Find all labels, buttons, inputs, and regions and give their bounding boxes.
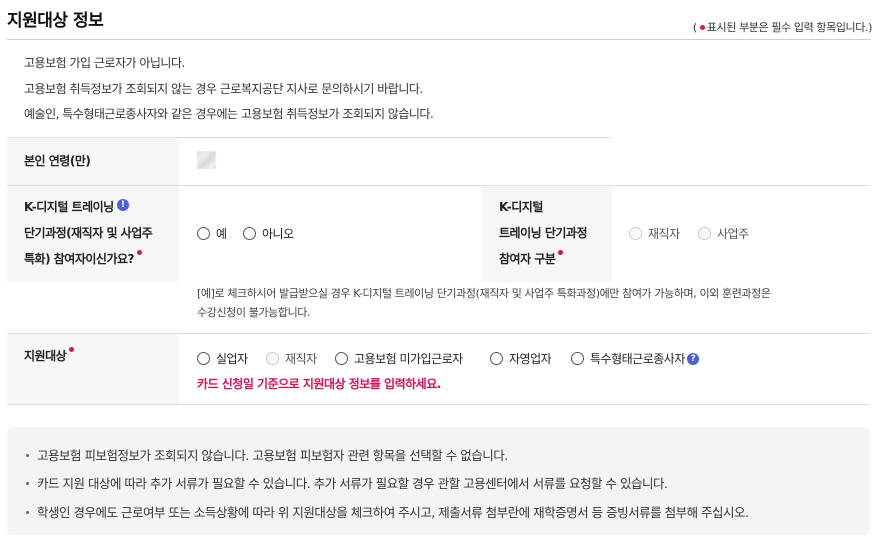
info-item-1: 고용보험 피보험정보가 조회되지 않습니다. 고용보험 피보험자 관련 항목을 … — [26, 445, 508, 464]
title-divider — [7, 39, 870, 40]
radio-label: 사업주 — [717, 227, 749, 241]
radio-label: 고용보험 미가입근로자 — [354, 352, 463, 366]
target-special-worker-radio[interactable]: 특수형태근로종사자? — [571, 350, 699, 367]
radio-circle-icon[interactable] — [197, 352, 210, 365]
target-uninsured-worker-radio[interactable]: 고용보험 미가입근로자 — [335, 350, 463, 367]
info-item-2: 카드 지원 대상에 따라 추가 서류가 필요할 수 있습니다. 추가 서류가 필… — [26, 473, 668, 492]
age-value-masked — [197, 151, 216, 169]
required-dot-icon — [136, 250, 142, 255]
required-note: ( 표시된 부분은 필수 입력 항목입니다.) — [693, 19, 872, 35]
kdigital-label-line-1: K-디지털 트레이닝! — [24, 194, 129, 220]
kdigital-type-label-line-3: 참여자 구분 — [499, 246, 565, 272]
required-note-open: ( — [692, 21, 697, 34]
target-label: 지원대상 — [24, 343, 76, 369]
radio-circle-icon[interactable] — [698, 227, 711, 240]
section-title: 지원대상 정보 — [7, 11, 104, 31]
radio-circle-icon[interactable] — [243, 227, 256, 240]
info-box: 고용보험 피보험정보가 조회되지 않습니다. 고용보험 피보험자 관련 항목을 … — [7, 427, 870, 535]
notice-line-2: 고용보험 취득정보가 조회되지 않는 경우 근로복지공단 지사로 문의하시기 바… — [24, 82, 423, 96]
target-unemployed-radio[interactable]: 실업자 — [197, 350, 248, 367]
required-note-text: 표시된 부분은 필수 입력 항목입니다.) — [706, 21, 873, 34]
radio-label: 자영업자 — [509, 352, 552, 366]
info-item-3: 학생인 경우에도 근로여부 또는 소득상황에 따라 위 지원대상을 체크하여 주… — [26, 502, 749, 521]
radio-circle-icon[interactable] — [197, 227, 210, 240]
bullet-icon — [26, 481, 29, 485]
radio-circle-icon[interactable] — [629, 227, 642, 240]
kdigital-type-employee-radio[interactable]: 재직자 — [629, 225, 680, 242]
info-icon[interactable]: ! — [116, 199, 129, 211]
bullet-icon — [26, 453, 29, 457]
required-dot-icon — [558, 250, 564, 255]
kdigital-type-label-line-1: K-디지털 — [499, 200, 543, 214]
notice-line-3: 예술인, 특수형태근로종사자와 같은 경우에는 고용보험 취득정보가 조회되지 … — [24, 107, 434, 121]
radio-circle-icon[interactable] — [571, 352, 584, 365]
radio-label: 예 — [216, 227, 227, 241]
kdigital-label-line-3: 특화) 참여자이신가요? — [24, 246, 144, 272]
target-warning: 카드 신청일 기준으로 지원대상 정보를 입력하세요. — [197, 377, 441, 391]
required-dot-icon — [69, 347, 75, 352]
kdigital-hint-line-2: 수강신청이 불가능합니다. — [197, 306, 311, 319]
kdigital-hint-line-1: [예]로 체크하시어 발급받으실 경우 K-디지털 트레이닝 단기과정(재직자 … — [197, 287, 771, 300]
radio-circle-icon[interactable] — [266, 352, 279, 365]
kdigital-yes-radio[interactable]: 예 — [197, 225, 227, 242]
notice-line-1: 고용보험 가입 근로자가 아닙니다. — [24, 56, 185, 70]
target-divider — [7, 404, 870, 405]
required-dot-icon — [699, 24, 705, 30]
kdigital-no-radio[interactable]: 아니오 — [243, 225, 294, 242]
radio-label: 재직자 — [285, 352, 317, 366]
radio-label: 아니오 — [262, 227, 294, 241]
radio-label: 재직자 — [648, 227, 680, 241]
kdigital-type-employer-radio[interactable]: 사업주 — [698, 225, 749, 242]
radio-label: 실업자 — [216, 352, 248, 366]
target-employee-radio[interactable]: 재직자 — [266, 350, 317, 367]
radio-circle-icon[interactable] — [335, 352, 348, 365]
age-label: 본인 연령(만) — [24, 154, 91, 168]
kdigital-label-line-2: 단기과정(재직자 및 사업주 — [24, 226, 153, 240]
question-icon[interactable]: ? — [686, 352, 699, 365]
kdigital-type-label-line-2: 트레이닝 단기과정 — [499, 226, 588, 240]
bullet-icon — [26, 510, 29, 514]
radio-circle-icon[interactable] — [490, 352, 503, 365]
radio-label: 특수형태근로종사자 — [590, 352, 685, 366]
target-self-employed-radio[interactable]: 자영업자 — [490, 350, 552, 367]
